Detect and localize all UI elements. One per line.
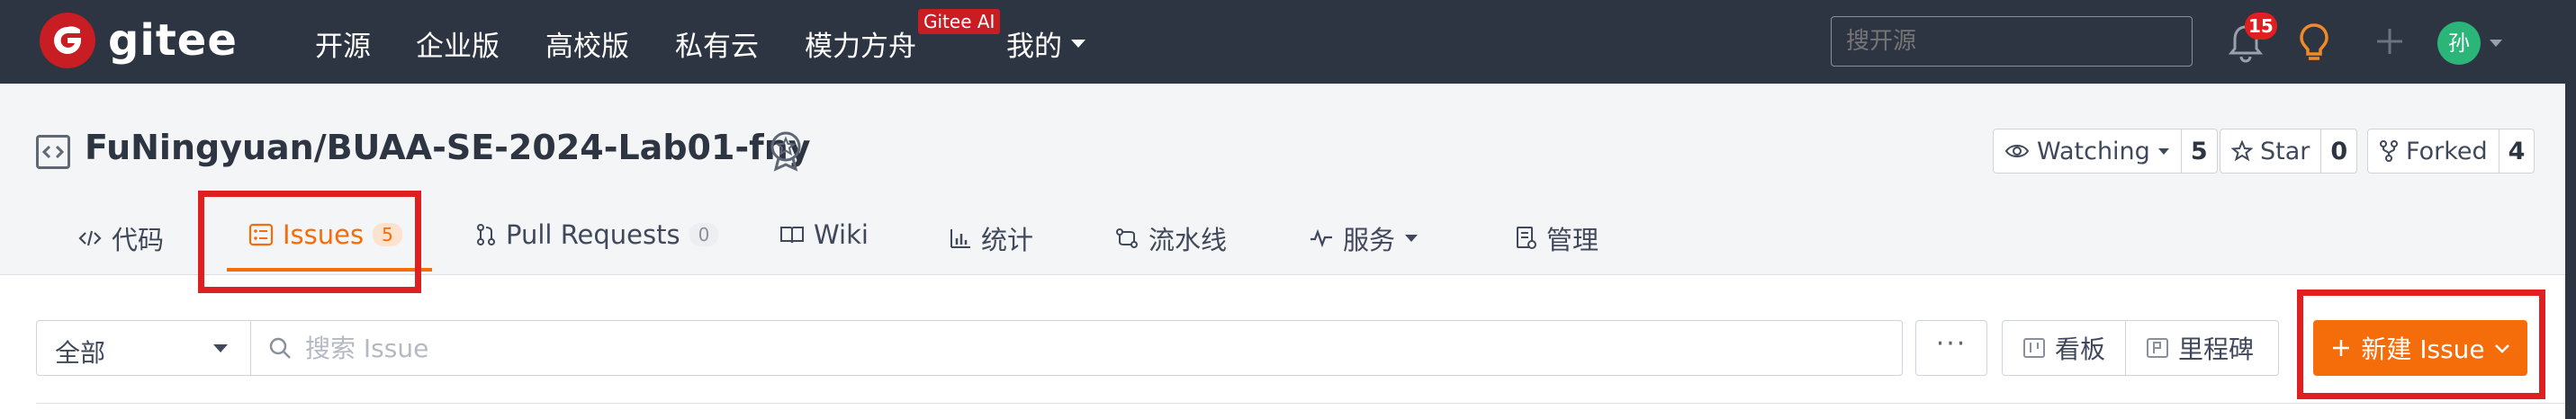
nav-open-source[interactable]: 开源: [315, 23, 371, 64]
book-icon: [780, 227, 804, 244]
activity-icon: [1311, 228, 1332, 248]
tab-wiki[interactable]: Wiki: [779, 219, 869, 250]
star-count[interactable]: 0: [2320, 129, 2356, 173]
tab-code-label: 代码: [112, 225, 165, 255]
gitee-logo[interactable]: gitee: [40, 13, 238, 68]
code-repo-icon: [36, 135, 70, 169]
settings-doc-icon: [1517, 227, 1536, 249]
tab-code[interactable]: 代码: [77, 219, 164, 257]
more-options-button[interactable]: ···: [1915, 320, 1987, 376]
pull-requests-count-badge: 0: [689, 223, 719, 246]
fork-count[interactable]: 4: [2498, 129, 2535, 173]
issue-filter-group: 全部: [36, 320, 1903, 376]
tab-pipeline-label: 流水线: [1148, 225, 1228, 255]
milestone-view-button[interactable]: 里程碑: [2125, 321, 2274, 375]
eye-icon: [2004, 145, 2030, 157]
toolbar-divider: [36, 403, 2565, 404]
tab-manage-label: 管理: [1546, 225, 1599, 255]
watch-button[interactable]: Watching 5: [1993, 129, 2218, 174]
milestone-icon: [2147, 338, 2169, 358]
tab-pull-requests[interactable]: Pull Requests 0: [475, 219, 719, 250]
top-navbar: gitee 开源 企业版 高校版 私有云 模力方舟 Gitee AI 我的 15…: [0, 0, 2576, 84]
board-view-button[interactable]: 看板: [2003, 321, 2125, 375]
global-search-input[interactable]: [1831, 16, 2193, 67]
code-icon: [78, 230, 102, 246]
repo-title[interactable]: FuNingyuan/BUAA-SE-2024-Lab01-fny: [85, 128, 811, 167]
pipeline-icon: [1116, 228, 1138, 248]
watch-count[interactable]: 5: [2180, 129, 2217, 173]
user-avatar[interactable]: 孙: [2437, 22, 2481, 65]
fork-label: Forked: [2406, 137, 2488, 165]
award-badge-icon[interactable]: [767, 129, 805, 173]
tab-services[interactable]: 服务: [1309, 219, 1419, 257]
nav-moli-fangzhou[interactable]: 模力方舟: [805, 23, 916, 64]
tab-pipeline[interactable]: 流水线: [1114, 219, 1227, 257]
fork-icon: [2380, 140, 2398, 162]
tab-manage[interactable]: 管理: [1516, 219, 1599, 257]
tab-wiki-label: Wiki: [814, 219, 869, 250]
milestone-view-label: 里程碑: [2178, 334, 2255, 364]
star-button[interactable]: Star 0: [2220, 129, 2358, 174]
pull-request-icon: [477, 224, 495, 245]
tab-pull-requests-label: Pull Requests: [506, 219, 680, 250]
tab-statistics[interactable]: 统计: [949, 219, 1033, 257]
issue-state-value: 全部: [55, 338, 106, 368]
tab-services-label: 服务: [1343, 225, 1396, 255]
nav-education[interactable]: 高校版: [545, 23, 629, 64]
bar-chart-icon: [950, 229, 970, 248]
lightbulb-icon[interactable]: [2292, 18, 2337, 65]
tab-statistics-label: 统计: [981, 225, 1034, 255]
issue-search-input[interactable]: [251, 321, 1902, 375]
kanban-icon: [2023, 338, 2045, 358]
window-edge: [2565, 0, 2576, 419]
star-icon: [2231, 140, 2253, 162]
board-view-label: 看板: [2055, 334, 2106, 364]
view-switch-group: 看板 里程碑: [2002, 320, 2279, 376]
star-label: Star: [2260, 137, 2310, 165]
watch-label: Watching: [2037, 137, 2150, 165]
chevron-down-icon: [2490, 40, 2502, 47]
plus-icon[interactable]: [2367, 18, 2412, 65]
nav-enterprise[interactable]: 企业版: [416, 23, 500, 64]
issues-tab-highlight: [198, 191, 421, 293]
chevron-down-icon: [2157, 148, 2169, 155]
gitee-logo-text: gitee: [108, 15, 238, 66]
chevron-down-icon: [1071, 40, 1085, 48]
fork-button[interactable]: Forked 4: [2367, 129, 2535, 174]
chevron-down-icon: [1405, 235, 1419, 242]
nav-mine[interactable]: 我的: [1006, 23, 1062, 64]
gitee-logo-icon: [40, 13, 95, 68]
gitee-ai-badge: Gitee AI: [918, 9, 1001, 34]
new-issue-highlight: [2297, 290, 2545, 399]
nav-private-cloud[interactable]: 私有云: [675, 23, 759, 64]
notification-count-badge: 15: [2245, 13, 2277, 40]
chevron-down-icon: [213, 344, 228, 352]
